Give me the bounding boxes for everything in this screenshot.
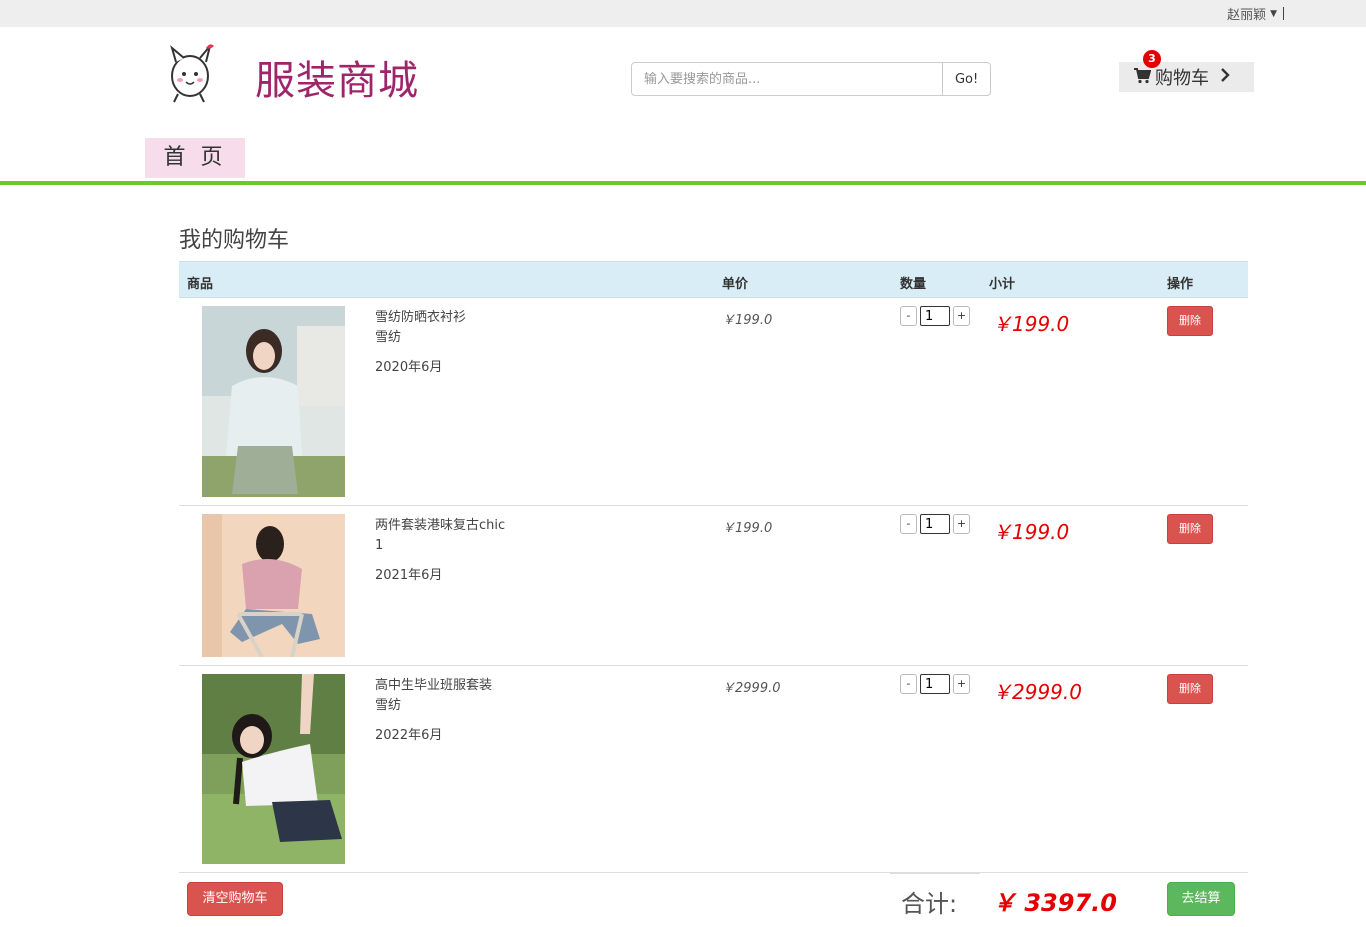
product-material: 雪纺 xyxy=(375,698,402,713)
qty-input[interactable] xyxy=(920,674,950,694)
qty-plus-button[interactable]: + xyxy=(953,674,970,694)
product-material: 雪纺 xyxy=(375,330,402,345)
total-divider xyxy=(890,873,980,874)
search-input[interactable] xyxy=(631,62,943,96)
product-name[interactable]: 高中生毕业班服套装 xyxy=(375,676,492,696)
product-image[interactable] xyxy=(202,306,345,497)
table-row: 两件套装港味复古chic 1 2021年6月 ￥199.0 - + ￥199.0… xyxy=(179,506,1248,666)
user-menu[interactable]: 赵丽颖 ▼ xyxy=(1227,4,1284,23)
product-image[interactable] xyxy=(202,674,345,864)
unit-price: ￥199.0 xyxy=(722,521,773,536)
qty-minus-button[interactable]: - xyxy=(900,674,917,694)
product-info: 雪纺防晒衣衬衫 雪纺 2020年6月 xyxy=(375,308,466,378)
caret-down-icon: ▼ xyxy=(1270,8,1277,19)
cart-count-badge: 3 xyxy=(1143,50,1161,68)
cart-button[interactable]: 3 购物车 xyxy=(1119,50,1254,92)
cart-icon xyxy=(1133,66,1152,89)
nav-divider xyxy=(0,181,1366,185)
qty-plus-button[interactable]: + xyxy=(953,306,970,326)
table-row: 雪纺防晒衣衬衫 雪纺 2020年6月 ￥199.0 - + ￥199.0 删除 xyxy=(179,298,1248,506)
search-button[interactable]: Go! xyxy=(942,62,991,96)
product-info: 高中生毕业班服套装 雪纺 2022年6月 xyxy=(375,676,492,746)
column-action: 操作 xyxy=(1167,277,1194,292)
quantity-stepper: - + xyxy=(900,674,970,694)
cart-label: 购物车 xyxy=(1155,68,1209,89)
divider xyxy=(1283,7,1284,20)
product-date: 2020年6月 xyxy=(375,360,443,375)
username: 赵丽颖 xyxy=(1227,8,1267,23)
item-subtotal: ￥2999.0 xyxy=(992,680,1082,704)
qty-minus-button[interactable]: - xyxy=(900,306,917,326)
product-material: 1 xyxy=(375,538,384,553)
total-value: ￥ 3397.0 xyxy=(992,889,1117,917)
total-label: 合计: xyxy=(901,890,958,918)
qty-plus-button[interactable]: + xyxy=(953,514,970,534)
page-title: 我的购物车 xyxy=(179,228,290,253)
item-subtotal: ￥199.0 xyxy=(992,520,1070,544)
clear-cart-button[interactable]: 清空购物车 xyxy=(187,882,283,916)
top-bar: 赵丽颖 ▼ xyxy=(0,0,1366,27)
cart-table: 商品 单价 数量 小计 操作 雪纺防晒衣衬衫 雪纺 2020年6月 ￥199.0 xyxy=(179,261,1248,873)
checkout-button[interactable]: 去结算 xyxy=(1167,882,1235,916)
cart-footer: 清空购物车 合计: ￥ 3397.0 去结算 xyxy=(179,873,1248,927)
qty-input[interactable] xyxy=(920,514,950,534)
column-price: 单价 xyxy=(722,277,749,292)
column-product: 商品 xyxy=(187,277,214,292)
product-info: 两件套装港味复古chic 1 2021年6月 xyxy=(375,516,505,586)
brand-title[interactable]: 服装商城 xyxy=(255,48,419,106)
product-image[interactable] xyxy=(202,514,345,657)
qty-minus-button[interactable]: - xyxy=(900,514,917,534)
nav-home[interactable]: 首 页 xyxy=(145,138,245,178)
unit-price: ￥199.0 xyxy=(722,313,773,328)
item-subtotal: ￥199.0 xyxy=(992,312,1070,336)
unit-price: ￥2999.0 xyxy=(722,681,781,696)
chevron-right-icon xyxy=(1219,67,1231,88)
product-date: 2021年6月 xyxy=(375,568,443,583)
table-row: 高中生毕业班服套装 雪纺 2022年6月 ￥2999.0 - + ￥2999.0… xyxy=(179,666,1248,873)
delete-button[interactable]: 删除 xyxy=(1167,514,1213,544)
column-quantity: 数量 xyxy=(900,277,927,292)
logo[interactable] xyxy=(160,40,222,104)
product-date: 2022年6月 xyxy=(375,728,443,743)
search-bar: Go! xyxy=(631,62,991,96)
column-subtotal: 小计 xyxy=(989,277,1016,292)
delete-button[interactable]: 删除 xyxy=(1167,306,1213,336)
delete-button[interactable]: 删除 xyxy=(1167,674,1213,704)
quantity-stepper: - + xyxy=(900,306,970,326)
product-name[interactable]: 雪纺防晒衣衬衫 xyxy=(375,308,466,328)
quantity-stepper: - + xyxy=(900,514,970,534)
qty-input[interactable] xyxy=(920,306,950,326)
product-name[interactable]: 两件套装港味复古chic xyxy=(375,516,505,536)
table-header: 商品 单价 数量 小计 操作 xyxy=(179,261,1248,298)
